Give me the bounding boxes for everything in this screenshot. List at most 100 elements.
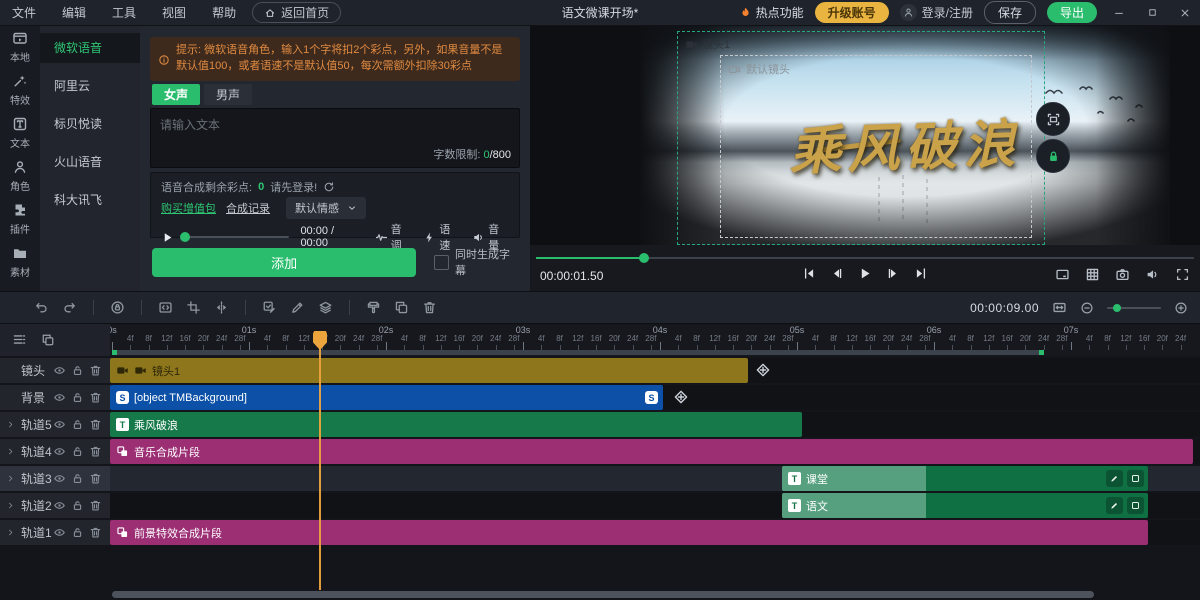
work-end-marker[interactable] — [1039, 350, 1044, 355]
menu-4[interactable]: 帮助 — [212, 4, 236, 21]
clip-课堂[interactable]: T课堂 — [782, 466, 1148, 491]
rail-item-插件[interactable]: 插件 — [0, 197, 40, 240]
rail-item-角色[interactable]: 角色 — [0, 154, 40, 197]
clip-乘风破浪[interactable]: T乘风破浪 — [110, 412, 802, 437]
clip-penSm-button[interactable] — [1106, 470, 1123, 487]
hot-features-button[interactable]: 热点功能 — [739, 4, 804, 21]
checkbox-box[interactable] — [434, 255, 449, 270]
frame-select-button[interactable] — [1036, 102, 1070, 136]
voice-provider-3[interactable]: 火山语音 — [40, 147, 140, 177]
track-lock-icon[interactable] — [71, 418, 84, 431]
voice-provider-4[interactable]: 科大讯飞 — [40, 185, 140, 215]
track-delete-icon[interactable] — [89, 418, 102, 431]
clip-rectSm-button[interactable] — [1127, 497, 1144, 514]
brackets-icon[interactable] — [158, 300, 173, 315]
pen-icon[interactable] — [290, 300, 305, 315]
save-button[interactable]: 保存 — [984, 1, 1036, 24]
track-delete-icon[interactable] — [89, 391, 102, 404]
copy-icon[interactable] — [394, 300, 409, 315]
volume-icon[interactable] — [1145, 267, 1160, 282]
upgrade-account-button[interactable]: 升级账号 — [815, 2, 889, 23]
fit-timeline-icon[interactable] — [1052, 300, 1067, 315]
export-button[interactable]: 导出 — [1047, 2, 1097, 23]
frameBack-icon[interactable] — [830, 266, 845, 281]
seek-bar[interactable] — [536, 257, 1194, 259]
default-camera-frame[interactable]: 默认镜头 — [720, 55, 1032, 238]
track-header-背景[interactable]: 背景 — [0, 385, 110, 410]
skipEnd-icon[interactable] — [914, 266, 929, 281]
layers-icon[interactable] — [318, 300, 333, 315]
track-header-轨道1[interactable]: 轨道1 — [0, 520, 110, 545]
keyframe-icon[interactable] — [755, 362, 771, 381]
track-row-轨道1[interactable]: 前景特效合成片段 — [110, 520, 1200, 545]
track-lock-icon[interactable] — [71, 445, 84, 458]
clip-penSm-button[interactable] — [1106, 497, 1123, 514]
grid-icon[interactable] — [1085, 267, 1100, 282]
trash-icon[interactable] — [422, 300, 437, 315]
work-start-marker[interactable] — [112, 350, 117, 355]
menu-2[interactable]: 工具 — [112, 4, 136, 21]
track-lock-icon[interactable] — [71, 526, 84, 539]
track-visibility-icon[interactable] — [53, 391, 66, 404]
add-button[interactable]: 添加 — [152, 248, 416, 277]
chevron-right-icon[interactable] — [6, 528, 15, 537]
clip-head[interactable]: T课堂 — [782, 466, 926, 491]
horizontal-scrollbar[interactable] — [112, 591, 1094, 598]
clip-语文[interactable]: T语文 — [782, 493, 1148, 518]
track-row-轨道2[interactable]: T语文 — [110, 493, 1200, 518]
refresh-icon[interactable] — [323, 181, 335, 193]
track-header-轨道2[interactable]: 轨道2 — [0, 493, 110, 518]
track-lock-icon[interactable] — [71, 472, 84, 485]
chevron-right-icon[interactable] — [6, 501, 15, 510]
timeline-zoom-handle[interactable] — [1113, 304, 1121, 312]
track-delete-icon[interactable] — [89, 526, 102, 539]
brush-icon[interactable] — [366, 300, 381, 315]
redo-icon[interactable] — [62, 300, 77, 315]
play-icon[interactable] — [858, 266, 873, 281]
track-visibility-icon[interactable] — [53, 418, 66, 431]
close-button[interactable] — [1174, 4, 1196, 22]
preview-play-button[interactable] — [161, 231, 174, 244]
track-lock-icon[interactable] — [71, 364, 84, 377]
track-visibility-icon[interactable] — [53, 526, 66, 539]
track-visibility-icon[interactable] — [53, 364, 66, 377]
track-delete-icon[interactable] — [89, 445, 102, 458]
track-header-轨道3[interactable]: 轨道3 — [0, 466, 110, 491]
crop-icon[interactable] — [186, 300, 201, 315]
chevron-right-icon[interactable] — [6, 474, 15, 483]
duplicate-icon[interactable] — [41, 333, 55, 347]
track-row-轨道3[interactable]: T课堂 — [110, 466, 1200, 491]
fullscreen-icon[interactable] — [1175, 267, 1190, 282]
track-visibility-icon[interactable] — [53, 499, 66, 512]
voice-provider-2[interactable]: 标贝悦读 — [40, 109, 140, 139]
seek-handle[interactable] — [639, 253, 649, 263]
track-header-轨道4[interactable]: 轨道4 — [0, 439, 110, 464]
generate-subtitle-checkbox[interactable]: 同时生成字幕 — [434, 246, 520, 278]
track-row-轨道4[interactable]: 音乐合成片段 — [110, 439, 1200, 464]
gender-tab-0[interactable]: 女声 — [152, 84, 200, 105]
track-manager-icon[interactable] — [12, 332, 27, 347]
rail-item-本地[interactable]: 本地 — [0, 25, 40, 68]
login-button[interactable]: 登录/注册 — [900, 4, 973, 21]
timeline-ruler[interactable]: 0s4f8f12f16f20f24f28f01s4f8f12f16f20f24f… — [110, 325, 1200, 356]
back-home-button[interactable]: 返回首页 — [252, 2, 341, 23]
maximize-button[interactable] — [1141, 4, 1163, 22]
rail-item-文本[interactable]: 文本 — [0, 111, 40, 154]
zoom-out-icon[interactable] — [1080, 301, 1094, 315]
track-header-镜头[interactable]: 镜头 — [0, 358, 110, 383]
lock-button[interactable] — [1036, 139, 1070, 173]
frameFwd-icon[interactable] — [886, 266, 901, 281]
selectEdit-icon[interactable] — [262, 300, 277, 315]
track-delete-icon[interactable] — [89, 472, 102, 485]
track-header-轨道5[interactable]: 轨道5 — [0, 412, 110, 437]
minimize-button[interactable] — [1108, 4, 1130, 22]
track-visibility-icon[interactable] — [53, 472, 66, 485]
clip-前景特效合成片段[interactable]: 前景特效合成片段 — [110, 520, 1148, 545]
track-row-镜头[interactable]: 镜头1 — [110, 358, 1200, 383]
tts-text-input[interactable]: 请输入文本 字数限制: 0/800 — [150, 108, 520, 168]
track-delete-icon[interactable] — [89, 499, 102, 512]
track-delete-icon[interactable] — [89, 364, 102, 377]
lockCircle-icon[interactable] — [110, 300, 125, 315]
voice-provider-1[interactable]: 阿里云 — [40, 71, 140, 101]
track-lock-icon[interactable] — [71, 499, 84, 512]
